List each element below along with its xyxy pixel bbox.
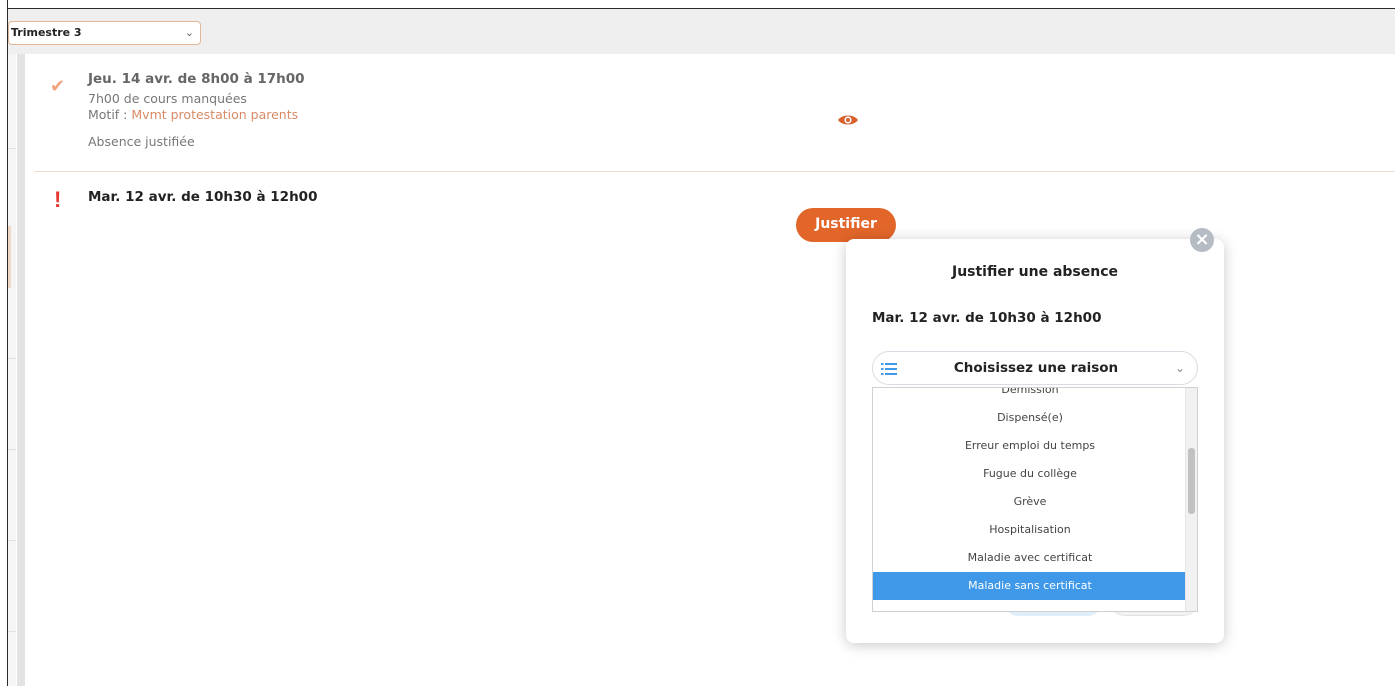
scrollbar-thumb[interactable]: [1188, 448, 1195, 514]
dropdown-scrollbar[interactable]: [1185, 388, 1197, 611]
period-toolbar: [8, 9, 1395, 54]
reason-option[interactable]: Démission: [873, 388, 1187, 404]
period-select-value: Trimestre 3: [11, 26, 82, 39]
period-select[interactable]: Trimestre 3 ⌄: [8, 21, 201, 45]
absence-item: ✔ Jeu. 14 avr. de 8h00 à 17h00 7h00 de c…: [34, 54, 1395, 172]
chevron-down-icon: ⌄: [184, 26, 194, 39]
absence-state: Absence justifiée: [88, 134, 195, 149]
reason-dropdown[interactable]: Démission Dispensé(e) Erreur emploi du t…: [872, 387, 1198, 612]
absence-motif: Motif : Mvmt protestation parents: [88, 107, 298, 122]
reason-option-selected[interactable]: Maladie sans certificat: [873, 572, 1187, 600]
timeline-bar: [17, 54, 25, 686]
reason-option[interactable]: Grève: [873, 488, 1187, 516]
absence-missed-hours: 7h00 de cours manquées: [88, 91, 247, 106]
modal-absence-date: Mar. 12 avr. de 10h30 à 12h00: [872, 310, 1102, 326]
rail-divider: [8, 148, 16, 149]
eye-icon[interactable]: [837, 112, 859, 131]
close-icon[interactable]: ×: [1190, 228, 1214, 252]
modal-title: Justifier une absence: [951, 264, 1118, 280]
reason-option[interactable]: Erreur emploi du temps: [873, 432, 1187, 460]
absence-date: Jeu. 14 avr. de 8h00 à 17h00: [88, 71, 305, 87]
window-frame-top: [0, 0, 1395, 9]
left-rail-accent: [8, 226, 11, 288]
absence-date: Mar. 12 avr. de 10h30 à 12h00: [88, 189, 318, 205]
reason-select-label: Choisissez une raison: [953, 360, 1119, 376]
chevron-down-icon: ⌄: [1174, 361, 1185, 375]
exclamation-icon: !: [54, 187, 62, 212]
reason-option[interactable]: Hospitalisation: [873, 516, 1187, 544]
justify-button[interactable]: Justifier: [796, 208, 896, 242]
rail-divider: [8, 540, 16, 541]
rail-divider: [8, 631, 16, 632]
rail-divider: [8, 358, 16, 359]
reason-option[interactable]: Maladie avec certificat: [873, 544, 1187, 572]
reason-select[interactable]: Choisissez une raison ⌄: [872, 351, 1198, 385]
motif-label: Motif :: [88, 107, 128, 122]
motif-value: Mvmt protestation parents: [131, 107, 299, 122]
rail-divider: [8, 449, 16, 450]
check-icon: ✔: [50, 76, 66, 97]
window-frame-left: [0, 0, 8, 686]
reason-option[interactable]: Dispensé(e): [873, 404, 1187, 432]
reason-option[interactable]: Fugue du collège: [873, 460, 1187, 488]
reason-options: Démission Dispensé(e) Erreur emploi du t…: [873, 388, 1187, 600]
